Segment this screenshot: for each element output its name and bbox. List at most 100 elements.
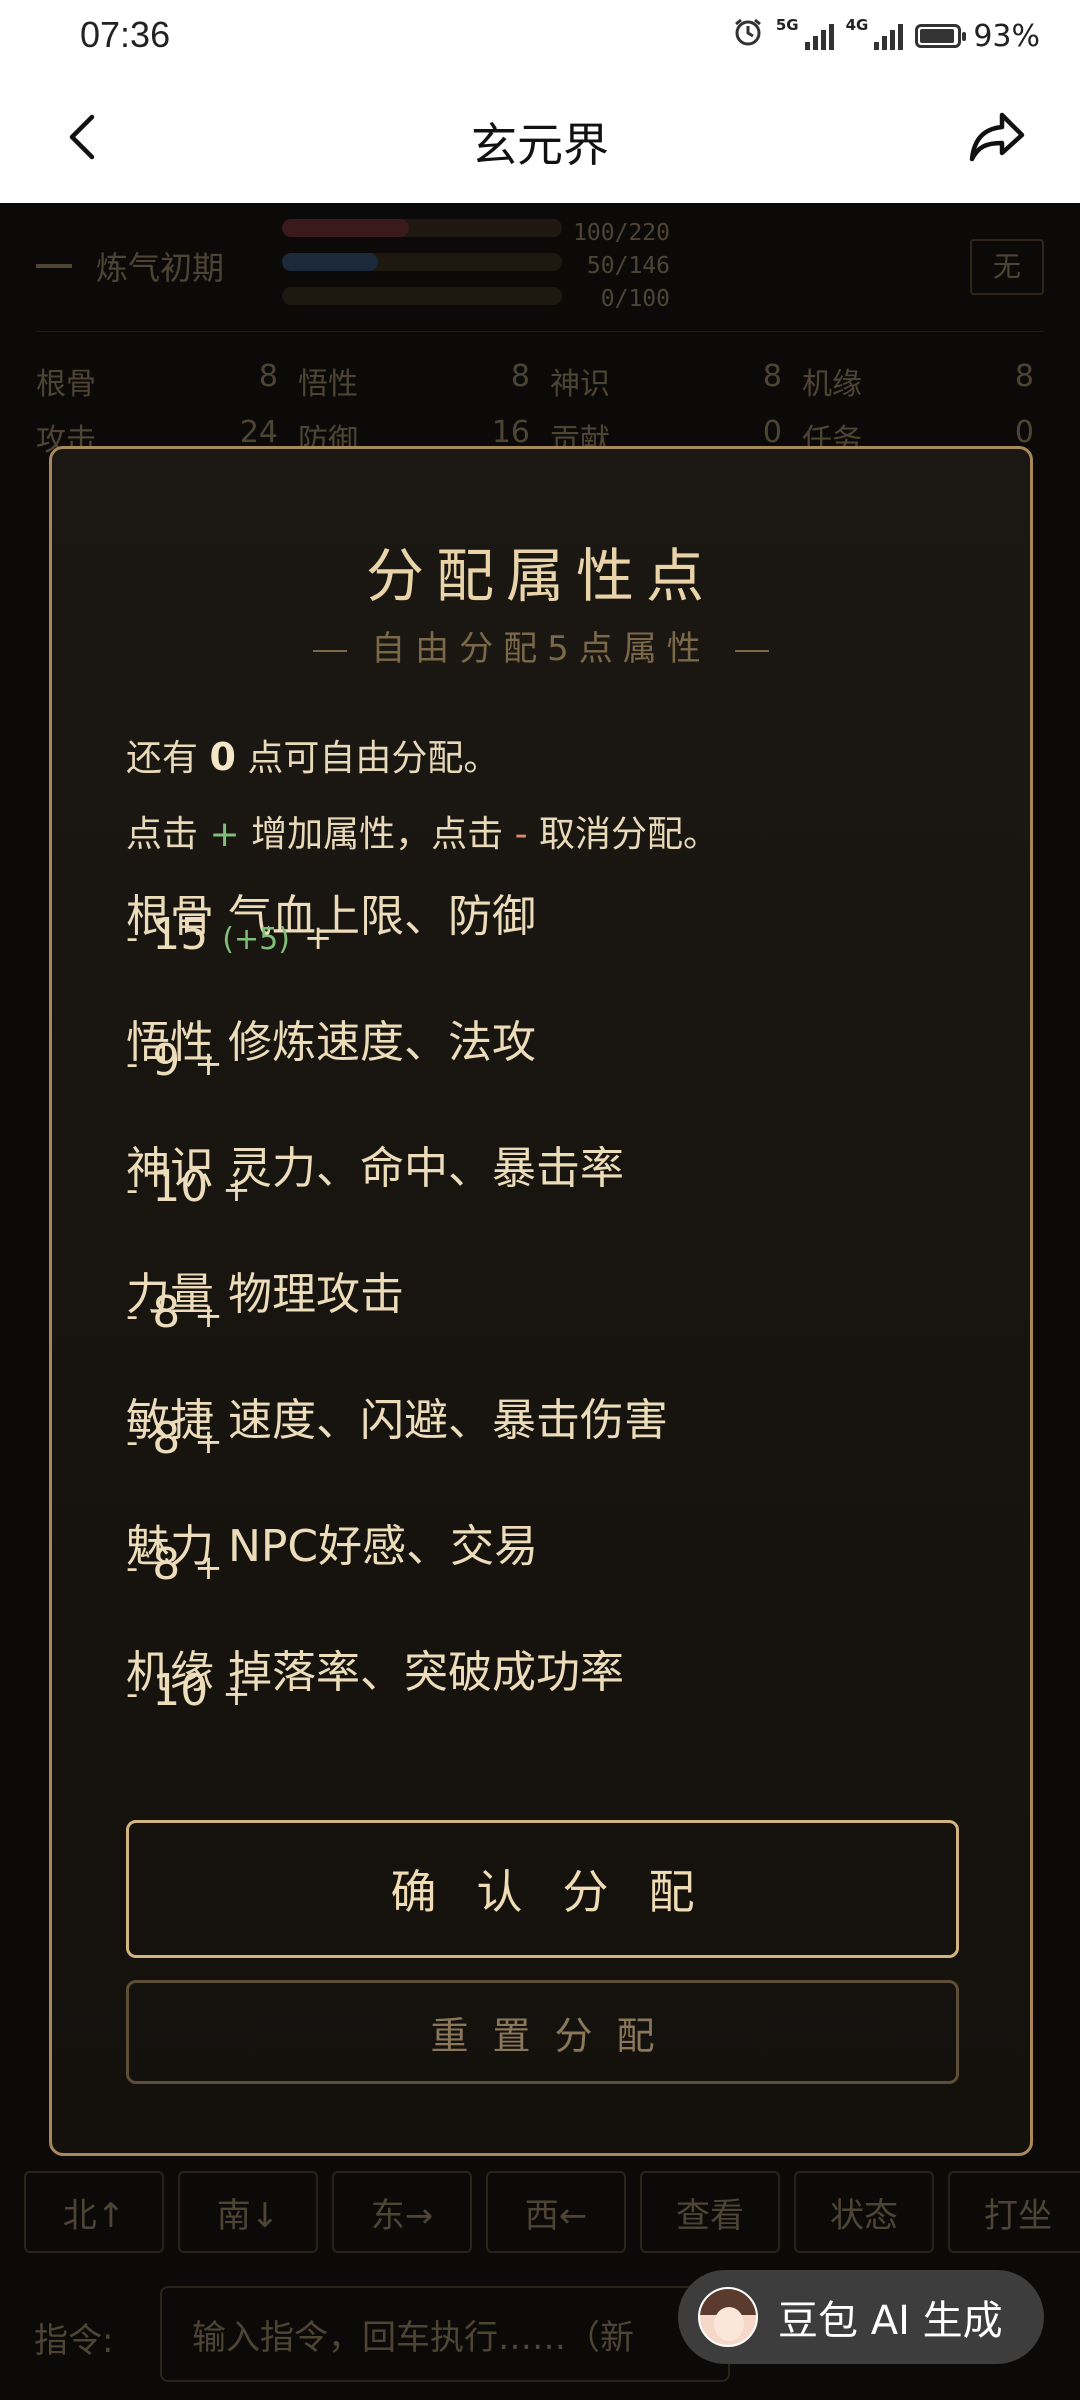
battery-icon [915, 24, 967, 48]
attribute-name: 神识 灵力、命中、暴击率 [126, 1143, 624, 1194]
battery-percent: 93% [973, 18, 1040, 54]
attribute-value: 15 [152, 909, 209, 960]
south-button[interactable]: 南↓ [178, 2171, 318, 2253]
signal-icon-1 [804, 22, 834, 50]
stat-value: 8 [258, 359, 278, 394]
stat-value: 8 [510, 359, 530, 394]
bar-values: 100/220 50/146 0/100 [520, 217, 670, 316]
stat-label: 神识 [550, 367, 610, 402]
attribute-value: 9 [152, 1035, 181, 1086]
west-button[interactable]: 西← [486, 2171, 626, 2253]
stat-value: 8 [1014, 359, 1034, 394]
increase-button[interactable]: + [194, 1422, 223, 1462]
mp-bar-fill [282, 253, 378, 271]
attribute-control: - 8 + [126, 1285, 223, 1344]
attribute-name: 力量 物理攻击 [126, 1269, 404, 1320]
stat-label: 根骨 [36, 367, 96, 402]
direction-buttons: 北↑ 南↓ 东→ 西← 查看 状态 打坐 [24, 2171, 1080, 2253]
alarm-icon [732, 16, 764, 56]
stat-value: 8 [762, 359, 782, 394]
instruction-text: 点击 + 增加属性，点击 - 取消分配。 [126, 805, 719, 857]
hp-bar-fill [282, 219, 410, 237]
command-label: 指令: [34, 2321, 114, 2361]
subtitle-text: 自由分配5点属性 [371, 629, 711, 669]
remaining-points-text: 还有 0 点可自由分配。 [126, 729, 499, 781]
collapse-dash[interactable] [36, 264, 72, 268]
none-button[interactable]: 无 [970, 239, 1044, 295]
attribute-bonus: (+5) [222, 922, 290, 957]
allocate-points-dialog: 分配属性点 自由分配5点属性 还有 0 点可自由分配。 点击 + 增加属性，点击… [49, 446, 1033, 2156]
decrease-button[interactable]: - [126, 1044, 138, 1084]
page-title: 玄元界 [471, 118, 609, 172]
hint-plus: + [209, 814, 240, 855]
stat-label: 机缘 [802, 367, 862, 402]
increase-button[interactable]: + [222, 1674, 251, 1714]
status-time: 07:36 [80, 14, 171, 55]
attribute-control: - 15 (+5) + [126, 907, 332, 968]
status-bar: 07:36 5G 4G 93% [0, 0, 1080, 75]
east-button[interactable]: 东→ [332, 2171, 472, 2253]
decrease-button[interactable]: - [126, 1296, 138, 1336]
hint-part-2: 增加属性，点击 [251, 814, 504, 855]
realm-row: 炼气初期 [36, 243, 224, 289]
subtitle-rule-right [734, 649, 769, 652]
attribute-name: 敏捷 速度、闪避、暴击伤害 [126, 1395, 668, 1446]
attribute-row: 神识 灵力、命中、暴击率 - 10 + [126, 1141, 966, 1212]
attribute-row: 魅力 NPC好感、交易 - 8 + [126, 1519, 966, 1590]
network-type-2: 4G [845, 16, 869, 34]
look-button[interactable]: 查看 [640, 2171, 780, 2253]
subtitle-rule-left [313, 649, 348, 652]
command-input[interactable]: 输入指令，回车执行……（新 [160, 2286, 730, 2382]
attribute-row: 力量 物理攻击 - 8 + [126, 1267, 966, 1338]
attribute-value: 10 [152, 1665, 209, 1716]
remaining-points: 0 [209, 735, 236, 779]
increase-button[interactable]: + [194, 1548, 223, 1588]
attribute-control: - 8 + [126, 1411, 223, 1470]
attribute-row: 悟性 修炼速度、法攻 - 9 + [126, 1015, 966, 1086]
network-type-1: 5G [775, 16, 799, 34]
attribute-row: 根骨 气血上限、防御 - 15 (+5) + [126, 889, 966, 960]
attribute-name: 悟性 修炼速度、法攻 [126, 1017, 536, 1068]
decrease-button[interactable]: - [126, 1674, 138, 1714]
meditate-button[interactable]: 打坐 [948, 2171, 1080, 2253]
mp-value: 50/146 [586, 253, 670, 279]
remaining-suffix: 点可自由分配。 [247, 738, 500, 779]
stat-row: 根骨 8 悟性 8 神识 8 机缘 8 [36, 353, 1044, 409]
attribute-value: 8 [152, 1287, 181, 1338]
reset-allocation-button[interactable]: 重置分配 [126, 1980, 959, 2084]
attribute-value: 10 [152, 1161, 209, 1212]
hp-value: 100/220 [573, 220, 670, 246]
increase-button[interactable]: + [304, 918, 333, 958]
signal-icon-2 [874, 22, 904, 50]
attribute-control: - 9 + [126, 1033, 223, 1092]
decrease-button[interactable]: - [126, 1422, 138, 1462]
exp-value: 0/100 [600, 286, 670, 312]
ai-generated-badge[interactable]: 豆包 AI 生成 [678, 2270, 1044, 2364]
status-button[interactable]: 状态 [794, 2171, 934, 2253]
status-icons: 5G 4G 93% [732, 16, 1040, 56]
app-bar: 玄元界 [0, 75, 1080, 203]
decrease-button[interactable]: - [126, 1548, 138, 1588]
ai-badge-label: 豆包 AI 生成 [778, 2298, 1003, 2344]
attribute-control: - 8 + [126, 1537, 223, 1596]
increase-button[interactable]: + [194, 1044, 223, 1084]
increase-button[interactable]: + [194, 1296, 223, 1336]
attribute-name: 魅力 NPC好感、交易 [126, 1521, 539, 1572]
avatar [698, 2287, 758, 2347]
confirm-allocation-button[interactable]: 确认分配 [126, 1820, 959, 1958]
share-arrow-icon[interactable] [966, 107, 1028, 167]
attribute-name: 机缘 掉落率、突破成功率 [126, 1647, 624, 1698]
stat-label: 悟性 [298, 367, 358, 402]
attribute-row: 敏捷 速度、闪避、暴击伤害 - 8 + [126, 1393, 966, 1464]
attribute-control: - 10 + [126, 1159, 251, 1218]
decrease-button[interactable]: - [126, 1170, 138, 1210]
divider [36, 331, 1044, 332]
hint-part-3: 取消分配。 [539, 814, 720, 855]
dialog-title: 分配属性点 [365, 542, 716, 610]
attribute-row: 机缘 掉落率、突破成功率 - 10 + [126, 1645, 966, 1716]
north-button[interactable]: 北↑ [24, 2171, 164, 2253]
attribute-control: - 10 + [126, 1663, 251, 1722]
decrease-button[interactable]: - [126, 918, 138, 958]
dialog-subtitle: 自由分配5点属性 [52, 621, 1030, 670]
increase-button[interactable]: + [222, 1170, 251, 1210]
